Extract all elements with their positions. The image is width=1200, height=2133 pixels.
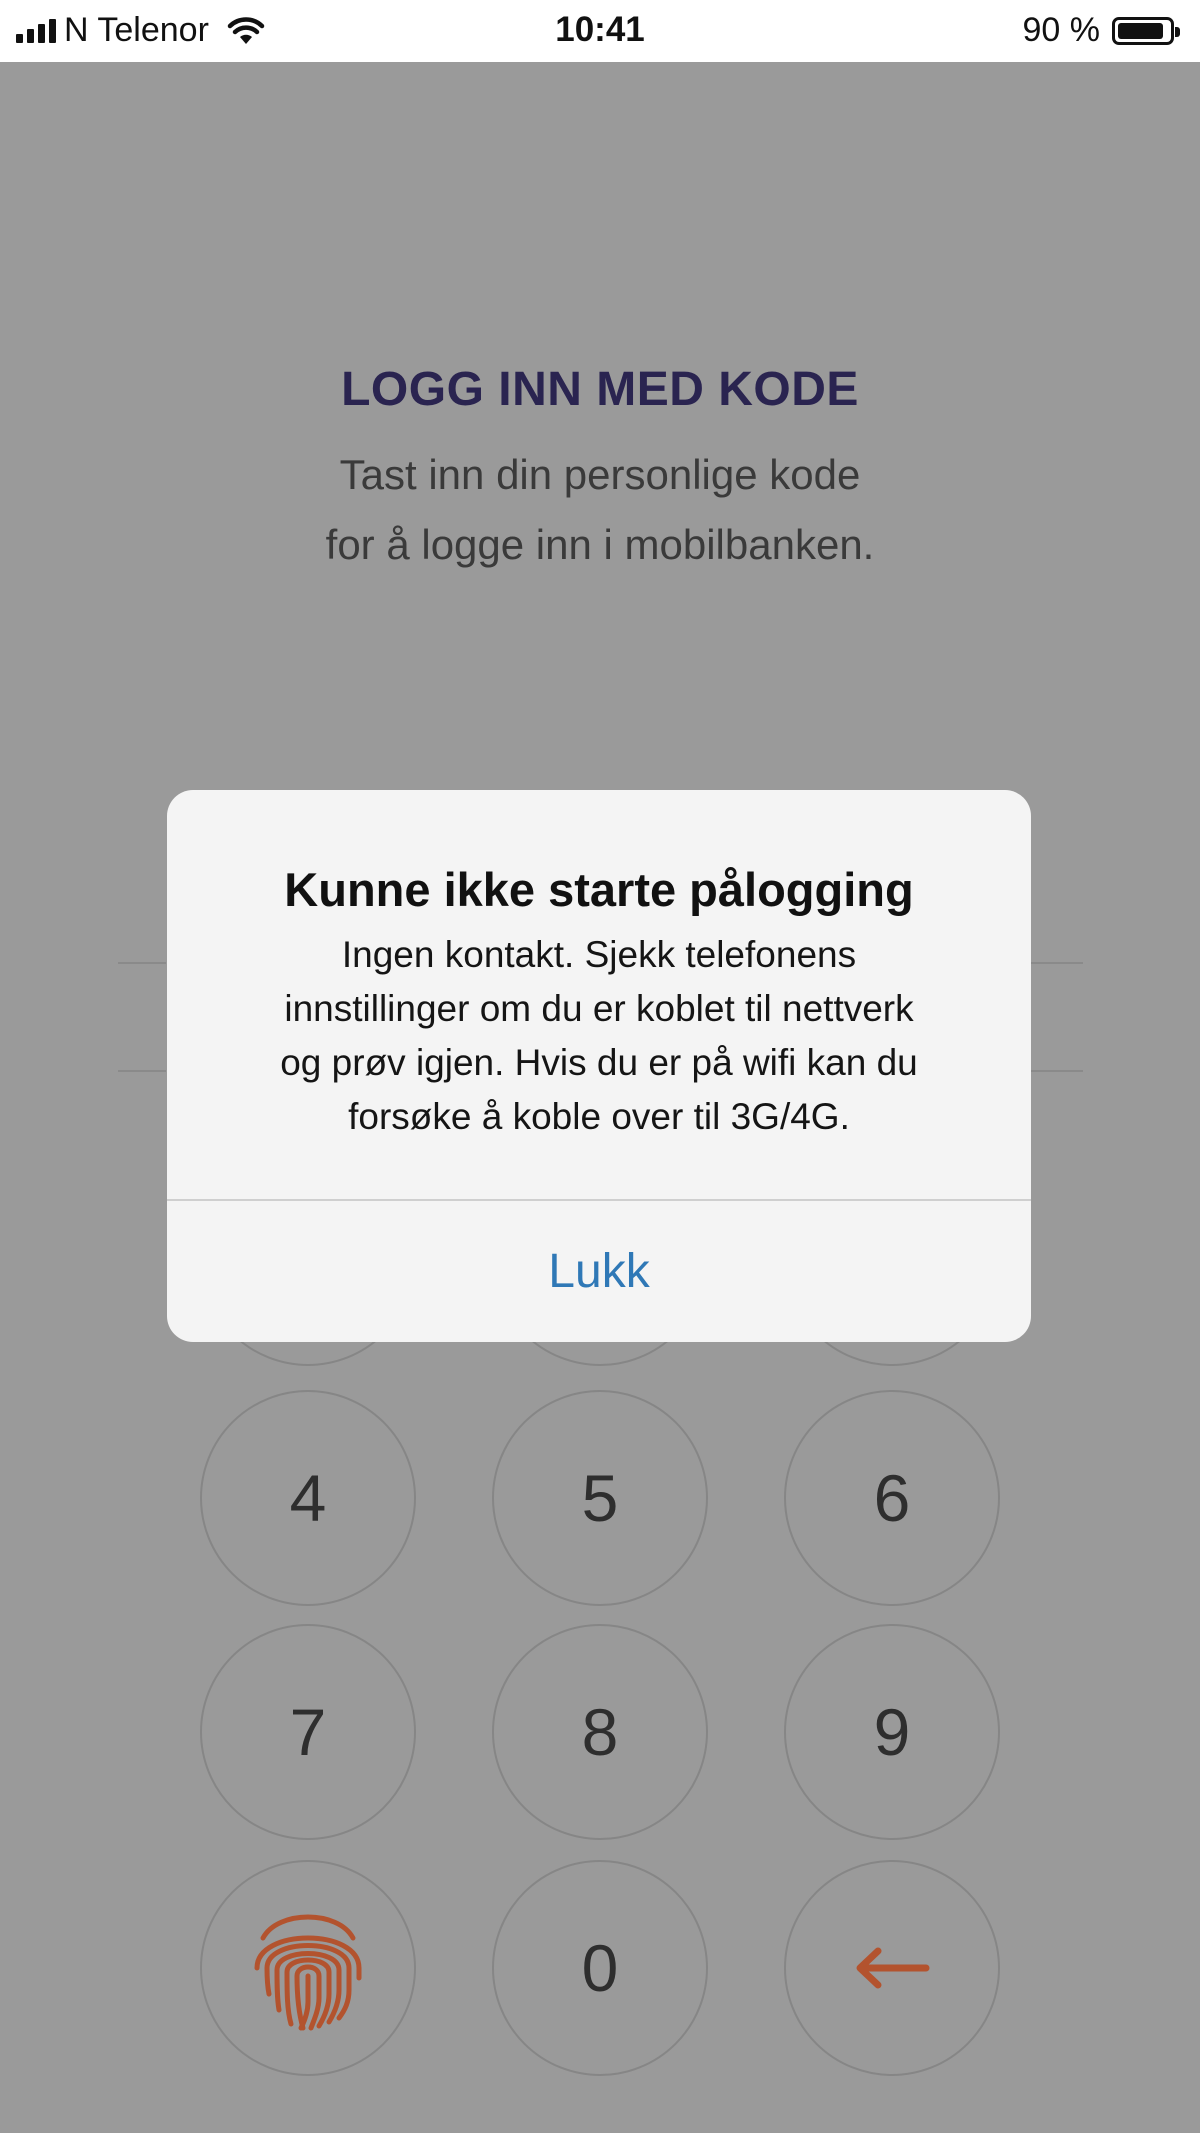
backspace-button[interactable] bbox=[784, 1860, 1000, 2076]
keypad-key-5[interactable]: 5 bbox=[492, 1390, 708, 1606]
keypad-key-8[interactable]: 8 bbox=[492, 1624, 708, 1840]
dialog-title: Kunne ikke starte pålogging bbox=[284, 863, 914, 916]
pin-field-line bbox=[1031, 1070, 1083, 1072]
pin-field-line bbox=[1031, 962, 1083, 964]
dialog-message-line: Ingen kontakt. Sjekk telefonens bbox=[341, 934, 857, 975]
login-title: LOGG INN MED KODE bbox=[341, 363, 859, 416]
pin-field-line bbox=[118, 962, 166, 964]
battery-fill bbox=[1118, 22, 1163, 39]
status-right: 90 % bbox=[1022, 11, 1180, 50]
dialog-message: Ingen kontakt. Sjekk telefonens innstill… bbox=[207, 928, 991, 1144]
login-subtitle: Tast inn din personlige kode for å logge… bbox=[0, 440, 1200, 580]
battery-percent: 90 % bbox=[1022, 11, 1101, 49]
fingerprint-icon bbox=[254, 1914, 362, 2031]
alert-dialog: Kunne ikke starte pålogging Ingen kontak… bbox=[167, 790, 1031, 1342]
login-subtitle-line: Tast inn din personlige kode bbox=[339, 451, 861, 498]
battery-icon bbox=[1112, 16, 1180, 45]
close-button[interactable]: Lukk bbox=[167, 1201, 1031, 1342]
keypad-key-4[interactable]: 4 bbox=[200, 1390, 416, 1606]
backspace-arrow-icon bbox=[856, 1947, 930, 1989]
dialog-message-line: forsøke å koble over til 3G/4G. bbox=[348, 1096, 850, 1137]
keypad-key-0[interactable]: 0 bbox=[492, 1860, 708, 2076]
keypad-key-6[interactable]: 6 bbox=[784, 1390, 1000, 1606]
dialog-message-line: og prøv igjen. Hvis du er på wifi kan du bbox=[280, 1042, 918, 1083]
keypad-key-7[interactable]: 7 bbox=[200, 1624, 416, 1840]
pin-field-line bbox=[118, 1070, 166, 1072]
dialog-message-line: innstillinger om du er koblet til nettve… bbox=[284, 988, 914, 1029]
battery-tip bbox=[1175, 26, 1180, 37]
login-subtitle-line: for å logge inn i mobilbanken. bbox=[325, 521, 875, 568]
status-time: 10:41 bbox=[555, 10, 645, 49]
status-bar: N Telenor 10:41 90 % bbox=[0, 0, 1200, 62]
fingerprint-button[interactable] bbox=[200, 1860, 416, 2076]
keypad-key-9[interactable]: 9 bbox=[784, 1624, 1000, 1840]
